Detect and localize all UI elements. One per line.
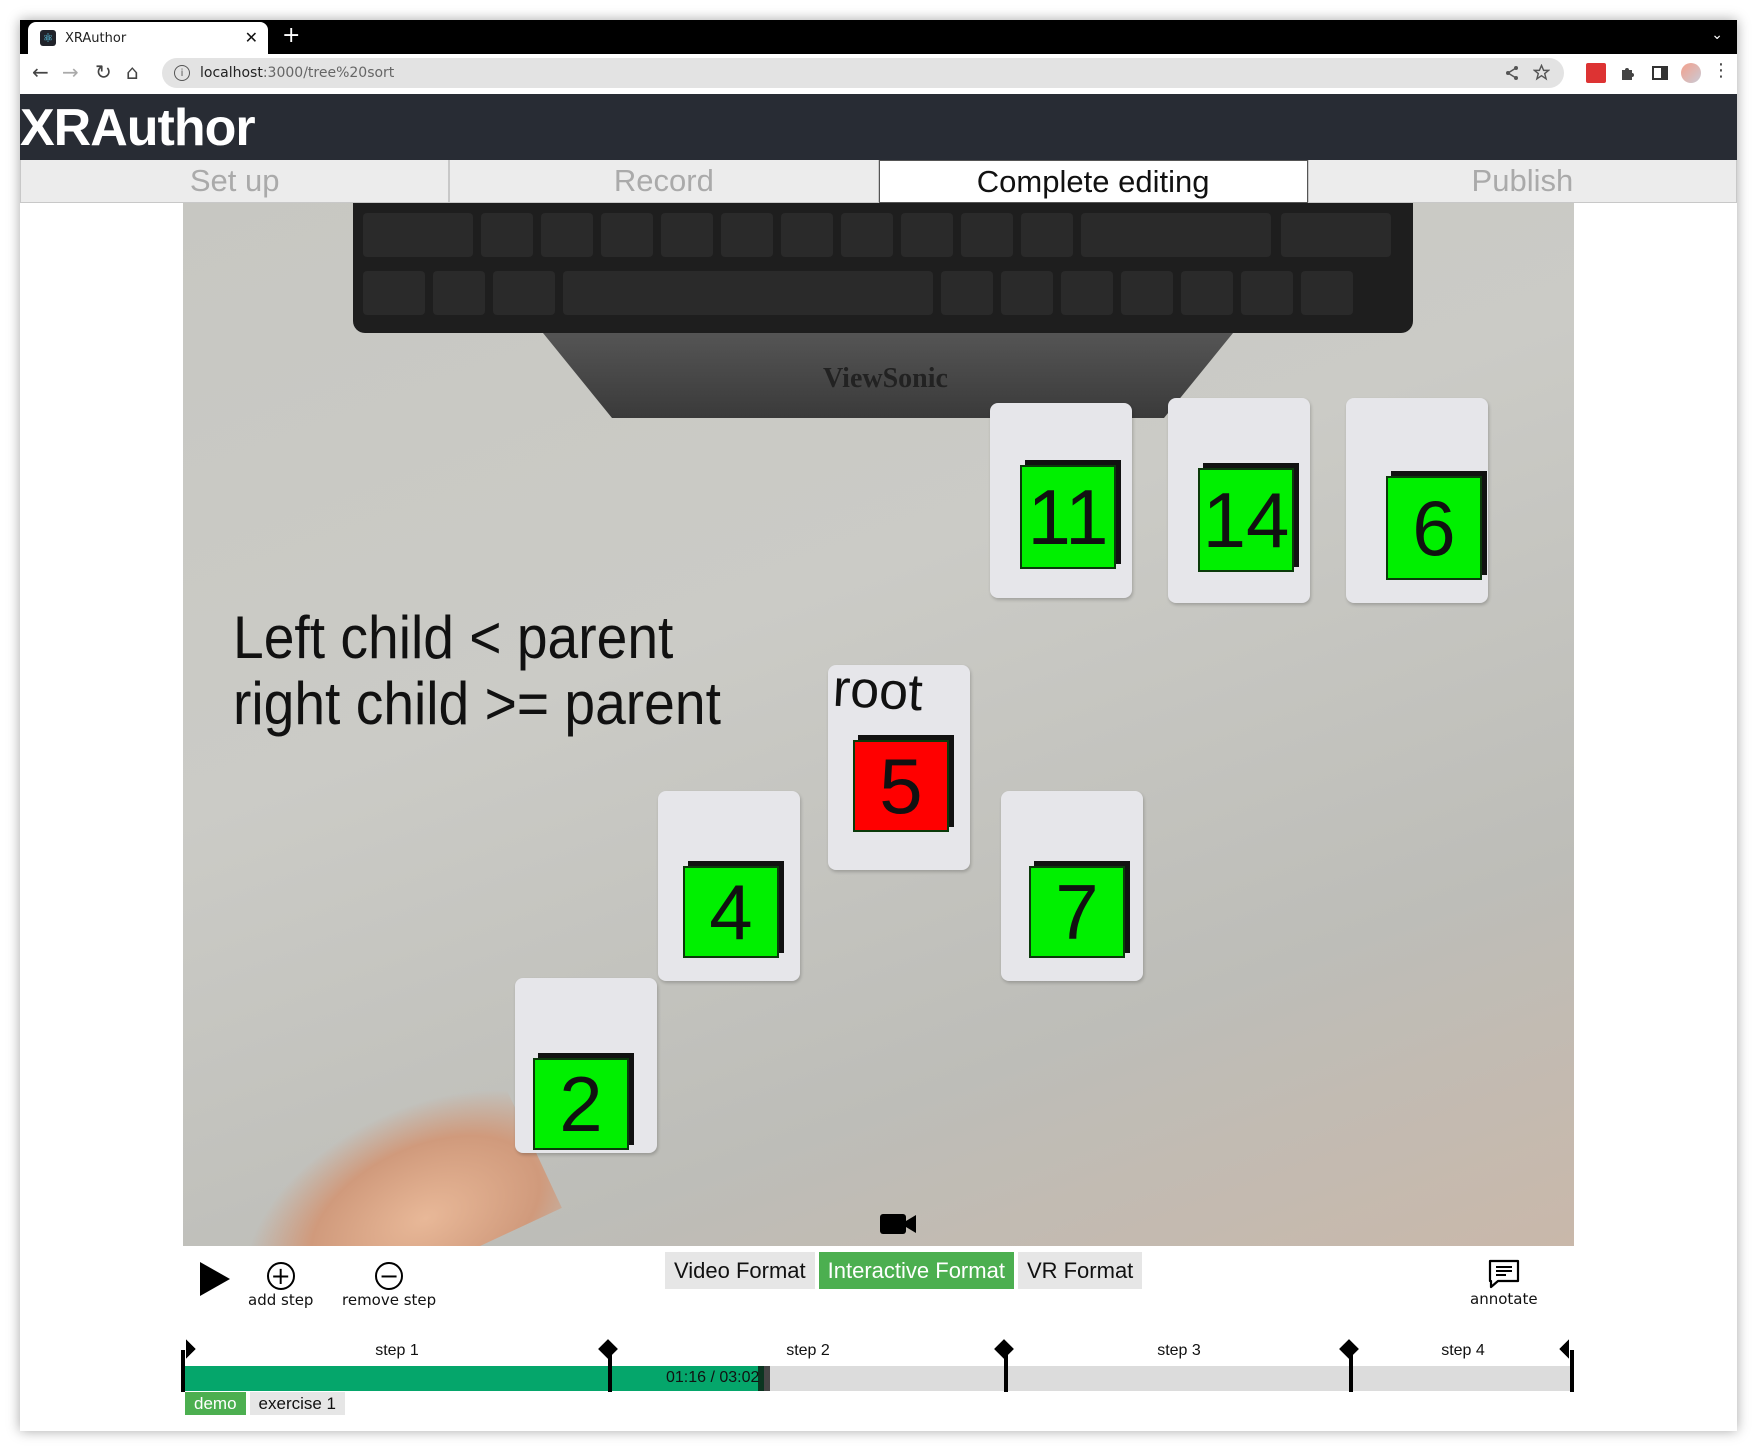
timeline[interactable]: 01:16 / 03:02 step 1 step 2 step 3 step … xyxy=(181,1339,1574,1392)
format-switcher: Video Format Interactive Format VR Forma… xyxy=(665,1252,1143,1289)
react-favicon-icon: ⚛ xyxy=(40,30,56,46)
step-label-4[interactable]: step 4 xyxy=(1441,1342,1485,1360)
step-marker-start[interactable] xyxy=(181,1342,185,1392)
rule-annotation[interactable]: Left child < parent right child >= paren… xyxy=(233,605,721,737)
tab-record[interactable]: Record xyxy=(449,160,879,203)
hand-image xyxy=(204,1062,562,1246)
add-step-button[interactable]: + add step xyxy=(248,1262,313,1309)
app-header: XRAuthor xyxy=(20,94,1737,160)
mode-exercise-1[interactable]: exercise 1 xyxy=(249,1392,346,1415)
mode-demo[interactable]: demo xyxy=(185,1392,246,1415)
card-7: 7 xyxy=(1001,791,1143,981)
card-6: 6 xyxy=(1346,398,1488,603)
step-marker-1[interactable] xyxy=(598,1339,618,1392)
browser-menu-icon[interactable]: ⋮ xyxy=(1712,60,1730,81)
comment-icon xyxy=(1488,1259,1519,1289)
browser-tab[interactable]: ⚛ XRAuthor ✕ xyxy=(28,22,268,54)
annotate-button[interactable]: annotate xyxy=(1470,1258,1538,1308)
card-2: 2 xyxy=(515,978,657,1153)
reload-icon[interactable]: ↻ xyxy=(95,60,112,84)
step-marker-end[interactable] xyxy=(1570,1342,1574,1392)
card-14: 14 xyxy=(1168,398,1310,603)
interactive-format-button[interactable]: Interactive Format xyxy=(818,1252,1014,1289)
forward-icon[interactable]: → xyxy=(62,60,79,84)
browser-toolbar: ← → ↻ ⌂ i localhost:3000/tree%20sort ⋮ xyxy=(20,54,1737,94)
remove-step-button[interactable]: − remove step xyxy=(342,1262,436,1309)
browser-window: ⚛ XRAuthor ✕ + ⌄ ← → ↻ ⌂ i localhost:300… xyxy=(20,20,1737,1431)
block-2[interactable]: 2 xyxy=(533,1058,629,1150)
share-icon[interactable] xyxy=(1504,65,1520,81)
close-tab-icon[interactable]: ✕ xyxy=(245,28,258,48)
back-icon[interactable]: ← xyxy=(32,60,49,84)
block-6[interactable]: 6 xyxy=(1386,476,1482,580)
tab-search-chevron-icon[interactable]: ⌄ xyxy=(1711,26,1723,43)
minus-circle-icon: − xyxy=(375,1262,404,1290)
tab-set-up[interactable]: Set up xyxy=(20,160,450,203)
block-4[interactable]: 4 xyxy=(683,866,779,958)
root-label[interactable]: root xyxy=(831,659,925,724)
home-icon[interactable]: ⌂ xyxy=(126,60,139,84)
video-viewport[interactable]: ViewSonic Left child < parent right chil… xyxy=(183,203,1574,1246)
mode-tabs: demo exercise 1 xyxy=(185,1392,346,1415)
vr-format-button[interactable]: VR Format xyxy=(1017,1252,1143,1289)
new-tab-button[interactable]: + xyxy=(282,23,300,48)
workflow-steps: Set up Record Complete editing Publish xyxy=(20,160,1737,203)
address-bar[interactable]: i localhost:3000/tree%20sort xyxy=(162,58,1564,88)
tab-title: XRAuthor xyxy=(65,30,127,46)
puzzle-icon[interactable] xyxy=(1618,63,1638,83)
block-5-root[interactable]: 5 xyxy=(853,740,949,832)
app-title: XRAuthor xyxy=(20,99,256,157)
avatar[interactable] xyxy=(1681,63,1701,83)
playhead[interactable] xyxy=(758,1366,770,1391)
camera-icon[interactable] xyxy=(880,1213,916,1235)
step-label-1[interactable]: step 1 xyxy=(375,1342,419,1360)
block-7[interactable]: 7 xyxy=(1029,866,1125,958)
url-text: localhost:3000/tree%20sort xyxy=(200,65,395,81)
video-format-button[interactable]: Video Format xyxy=(665,1252,815,1289)
block-11[interactable]: 11 xyxy=(1020,465,1116,569)
step-marker-2[interactable] xyxy=(994,1339,1014,1392)
site-info-icon[interactable]: i xyxy=(174,65,190,81)
step-label-3[interactable]: step 3 xyxy=(1157,1342,1201,1360)
extension-icon[interactable] xyxy=(1586,63,1606,83)
star-icon[interactable] xyxy=(1533,64,1550,81)
timecode: 01:16 / 03:02 xyxy=(666,1369,760,1386)
card-4: 4 xyxy=(658,791,800,981)
side-panel-icon[interactable] xyxy=(1650,63,1670,83)
play-icon[interactable] xyxy=(200,1262,230,1296)
block-14[interactable]: 14 xyxy=(1198,468,1294,572)
monitor-brand: ViewSonic xyxy=(823,363,948,394)
tab-complete-editing[interactable]: Complete editing xyxy=(878,160,1308,203)
editor-controls: + add step − remove step Video Format In… xyxy=(183,1246,1574,1346)
plus-circle-icon: + xyxy=(266,1262,295,1290)
tab-publish[interactable]: Publish xyxy=(1307,160,1737,203)
step-marker-3[interactable] xyxy=(1339,1339,1359,1392)
step-label-2[interactable]: step 2 xyxy=(786,1342,830,1360)
card-11: 11 xyxy=(990,403,1132,598)
tab-strip: ⚛ XRAuthor ✕ + ⌄ xyxy=(20,20,1737,54)
keyboard-image xyxy=(353,203,1413,333)
